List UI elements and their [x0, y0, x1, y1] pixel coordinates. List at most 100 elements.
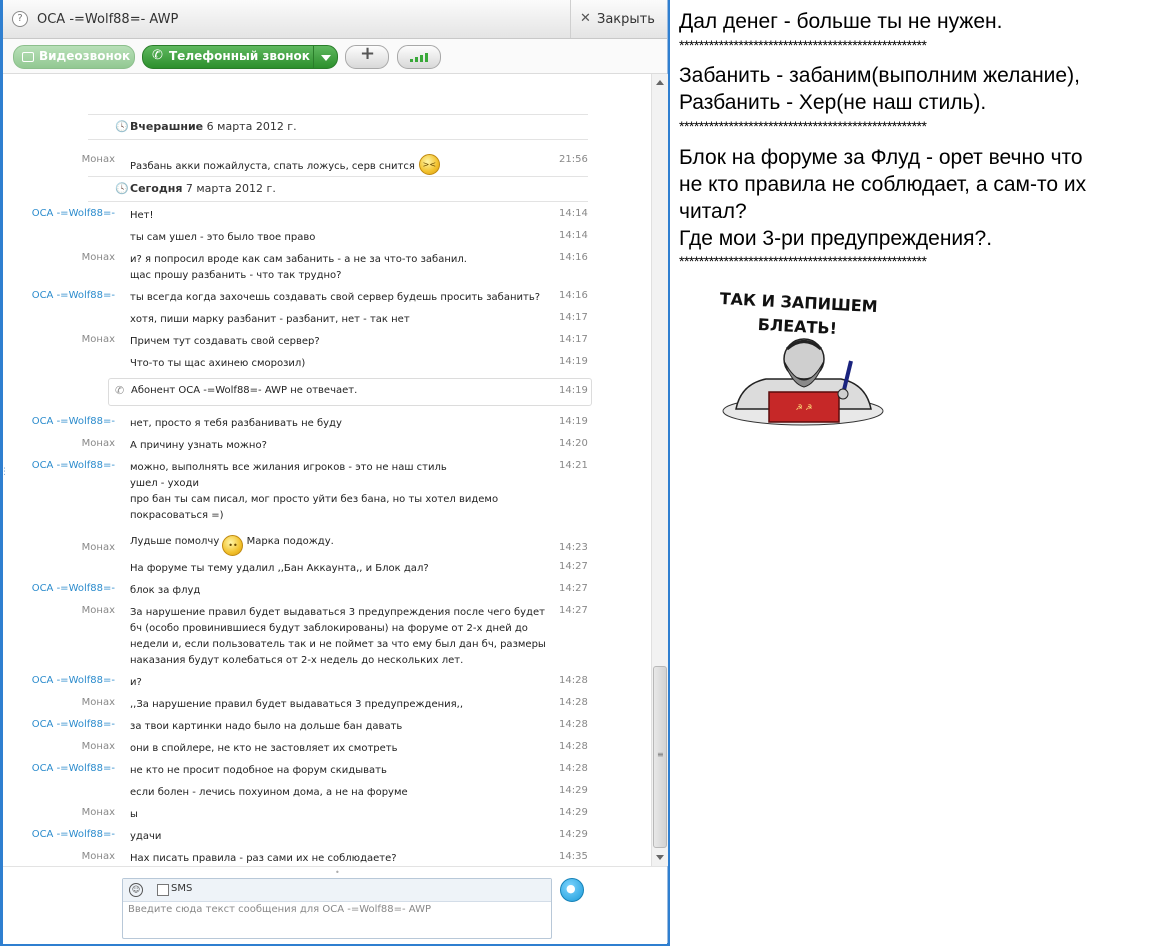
video-call-label: Видеозвонок — [39, 49, 131, 63]
message-time: 14:17 — [559, 334, 588, 345]
comment-line: Дал денег - больше ты не нужен. — [679, 10, 1003, 33]
message-time: 14:29 — [559, 785, 588, 796]
message-sender[interactable]: Монах — [82, 605, 115, 616]
message-text: про бан ты сам писал, мог просто уйти бе… — [130, 492, 550, 508]
smiley-icon: •• — [222, 535, 244, 556]
input-options-bar: ☺ SMS — [123, 879, 551, 902]
message-time: 14:27 — [559, 561, 588, 572]
message-text: покрасоваться =) — [130, 508, 550, 524]
scroll-thumb[interactable]: ≡ — [653, 666, 667, 848]
message-time: 14:16 — [559, 252, 588, 263]
scroll-down-arrow-icon[interactable] — [656, 855, 664, 860]
message-time: 14:29 — [559, 829, 588, 840]
call-notice-text: Абонент ОСА -=Wolf88=- AWP не отвечает. — [131, 385, 358, 396]
call-options-dropdown[interactable] — [313, 45, 338, 69]
message-text: Разбань акки пожайлуста, спать ложусь, с… — [130, 154, 550, 175]
phone-call-button[interactable]: ✆ Телефонный звонок — [142, 45, 314, 69]
sms-checkbox[interactable] — [157, 884, 169, 896]
call-quality-button[interactable] — [397, 45, 441, 69]
message-sender[interactable]: ОСА -=Wolf88=- — [32, 763, 115, 774]
close-button[interactable]: ✕ Закрыть — [570, 0, 667, 38]
message-text: удачи — [130, 829, 550, 845]
message-text-part: блок за флуд — [130, 585, 201, 596]
message-time: 14:21 — [559, 460, 588, 471]
message-time: 14:27 — [559, 583, 588, 594]
message-text-part: За нарушение правил будет выдаваться 3 п… — [130, 607, 545, 618]
comment-line: читал? — [679, 200, 747, 223]
message-sender[interactable]: Монах — [82, 334, 115, 345]
comment-line: Разбанить - Хер(не наш стиль). — [679, 91, 987, 114]
clock-icon: 🕓 — [115, 120, 129, 133]
message-sender[interactable]: Монах — [82, 851, 115, 862]
message-sender[interactable]: Монах — [82, 807, 115, 818]
close-label: Закрыть — [597, 12, 655, 27]
message-text: нет, просто я тебя разбанивать не буду — [130, 416, 550, 432]
call-notice: ✆ Абонент ОСА -=Wolf88=- AWP не отвечает… — [108, 378, 592, 406]
message-sender[interactable]: ОСА -=Wolf88=- — [32, 583, 115, 594]
message-sender[interactable]: ОСА -=Wolf88=- — [32, 829, 115, 840]
message-input[interactable]: Введите сюда текст сообщения для ОСА -=W… — [128, 904, 544, 915]
message-text-part: не кто не просит подобное на форум скиды… — [130, 765, 387, 776]
message-time: 14:19 — [559, 416, 588, 427]
message-text-part: Нет! — [130, 210, 154, 221]
message-text: и? я попросил вроде как сам забанить - а… — [130, 252, 550, 268]
message-text: Лудьше помолчу •• Марка подожду. — [130, 534, 550, 556]
call-toolbar: Видеозвонок ✆ Телефонный звонок + — [3, 39, 667, 74]
emoticon-icon[interactable]: ☺ — [129, 883, 143, 897]
message-sender[interactable]: Монах — [82, 252, 115, 263]
message-text-part: Разбань акки пожайлуста, спать ложусь, с… — [130, 161, 415, 172]
message-time: 14:27 — [559, 605, 588, 616]
window-resize-grip-icon[interactable]: ⋮ — [0, 468, 9, 477]
speech-bubble-icon: ● — [566, 882, 576, 895]
resize-grip-icon[interactable]: • — [335, 868, 340, 877]
message-text: Нах писать правила - раз сами их не собл… — [130, 851, 550, 866]
message-text: На форуме ты тему удалил ,,Бан Аккаунта,… — [130, 561, 550, 577]
message-text-part: Лудьше помолчу — [130, 536, 220, 547]
video-camera-icon — [22, 52, 34, 62]
signal-bar-icon — [425, 53, 428, 62]
message-sender[interactable]: ОСА -=Wolf88=- — [32, 719, 115, 730]
message-sender[interactable]: ОСА -=Wolf88=- — [32, 416, 115, 427]
message-sender[interactable]: Монах — [82, 542, 115, 553]
send-button[interactable]: ● — [560, 878, 584, 902]
signal-bar-icon — [420, 55, 423, 62]
message-sender[interactable]: ОСА -=Wolf88=- — [32, 460, 115, 471]
add-button[interactable]: + — [345, 43, 389, 69]
message-text: недели и, если пользователь так и не пой… — [130, 637, 550, 653]
message-text: ты всегда когда захочешь создавать свой … — [130, 290, 550, 306]
message-text-part: Причем тут создавать свой сервер? — [130, 336, 320, 347]
message-text-part: и? я попросил вроде как сам забанить - а… — [130, 254, 467, 265]
message-sender[interactable]: Монах — [82, 438, 115, 449]
message-text: ы — [130, 807, 550, 823]
message-text-part: ушел - уходи — [130, 478, 199, 489]
chat-scrollbar[interactable]: ≡ — [651, 74, 668, 866]
message-time: 14:28 — [559, 719, 588, 730]
message-sender[interactable]: ОСА -=Wolf88=- — [32, 290, 115, 301]
message-time: 14:29 — [559, 807, 588, 818]
video-call-button[interactable]: Видеозвонок — [13, 45, 135, 69]
svg-text:☭ ☭: ☭ ☭ — [796, 403, 813, 412]
scroll-up-arrow-icon[interactable] — [656, 80, 664, 85]
comment-line: не кто правила не соблюдает, а сам-то их — [679, 173, 1087, 196]
message-text: хотя, пиши марку разбанит - разбанит, не… — [130, 312, 550, 328]
message-text: за твои картинки надо было на дольше бан… — [130, 719, 550, 735]
day-separator: 🕓 Вчерашние 6 марта 2012 г. — [88, 114, 588, 140]
message-sender[interactable]: Монах — [82, 697, 115, 708]
title-bar: ? ОСА -=Wolf88=- AWP ✕ Закрыть — [3, 0, 667, 39]
message-sender[interactable]: Монах — [82, 154, 115, 165]
message-text-part: недели и, если пользователь так и не пой… — [130, 639, 546, 650]
close-icon: ✕ — [580, 11, 591, 26]
message-text: бч (особо провинившиеся будут заблокиров… — [130, 621, 550, 637]
chat-history: 🕓 Вчерашние 6 марта 2012 г. 🕓 Сегодня 7 … — [3, 74, 651, 866]
message-sender[interactable]: ОСА -=Wolf88=- — [32, 675, 115, 686]
stars-divider: ****************************************… — [679, 253, 927, 269]
message-sender[interactable]: ОСА -=Wolf88=- — [32, 208, 115, 219]
message-text-part: хотя, пиши марку разбанит - разбанит, не… — [130, 314, 410, 325]
message-text-part: за твои картинки надо было на дольше бан… — [130, 721, 403, 732]
message-text: Причем тут создавать свой сервер? — [130, 334, 550, 350]
message-text-part: ,,За нарушение правил будет выдаваться 3… — [130, 699, 464, 710]
message-sender[interactable]: Монах — [82, 741, 115, 752]
message-text-part: удачи — [130, 831, 162, 842]
message-text: ,,За нарушение правил будет выдаваться 3… — [130, 697, 550, 713]
plus-icon: + — [360, 43, 376, 64]
